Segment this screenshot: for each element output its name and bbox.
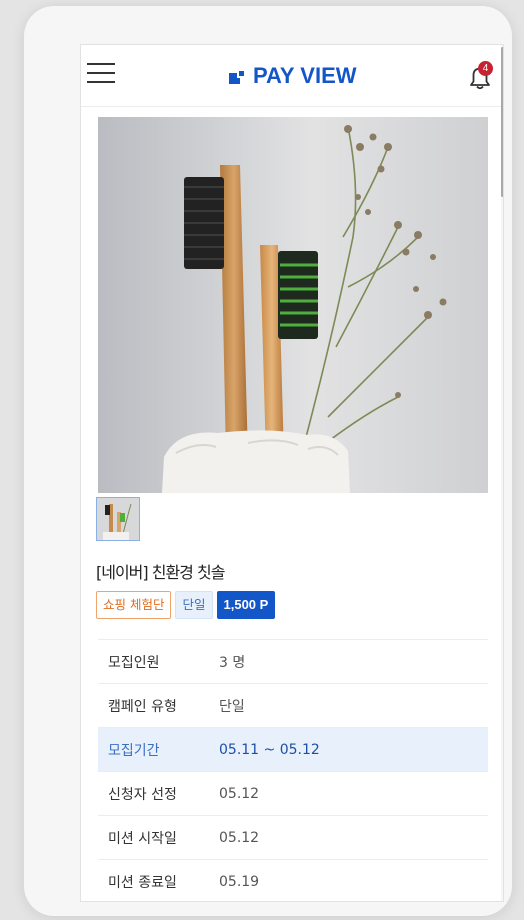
app-header: PAY VIEW 4: [81, 45, 501, 107]
scrollbar-thumb[interactable]: [501, 47, 503, 197]
detail-label: 신청자 선정: [108, 786, 177, 803]
detail-label: 캠페인 유형: [108, 698, 177, 715]
campaign-mode-tag: 단일: [175, 591, 213, 619]
detail-row-mission-end: 미션 종료일 05.19: [98, 860, 488, 901]
detail-value: 05.12: [219, 829, 260, 846]
detail-row-mission-start: 미션 시작일 05.12: [98, 816, 488, 860]
product-main-image: [98, 117, 488, 493]
campaign-details-table: 모집인원 3 명 캠페인 유형 단일 모집기간 05.11 ~ 05.12 신청…: [98, 639, 488, 901]
detail-label: 미션 종료일: [108, 874, 177, 891]
scrollbar-track[interactable]: [501, 45, 503, 901]
logo-mark-icon: [229, 68, 247, 84]
detail-label: 미션 시작일: [108, 830, 177, 847]
detail-label: 모집인원: [108, 654, 160, 671]
reward-points-tag: 1,500 P: [216, 591, 276, 619]
detail-value: 05.12: [219, 785, 260, 802]
detail-value: 05.19: [219, 873, 260, 890]
detail-value: 3 명: [219, 654, 246, 671]
app-screen: PAY VIEW 4 [네이버] 친환경 칫솔 쇼핑 체험단 단일 1,500 …: [80, 44, 504, 902]
product-tags: 쇼핑 체험단 단일 1,500 P: [96, 591, 276, 619]
detail-row-campaign-type: 캠페인 유형 단일: [98, 684, 488, 728]
detail-row-recruit-period: 모집기간 05.11 ~ 05.12: [98, 728, 488, 772]
phone-frame: PAY VIEW 4 [네이버] 친환경 칫솔 쇼핑 체험단 단일 1,500 …: [24, 6, 512, 916]
notification-count-badge: 4: [478, 61, 493, 76]
hamburger-menu-icon[interactable]: [87, 61, 115, 85]
detail-row-recruits: 모집인원 3 명: [98, 640, 488, 684]
brand-logo[interactable]: PAY VIEW: [229, 63, 357, 89]
detail-value: 05.11 ~ 05.12: [219, 741, 320, 758]
notification-bell-icon[interactable]: 4: [465, 61, 495, 91]
product-title: [네이버] 친환경 칫솔: [96, 563, 225, 582]
logo-text: PAY VIEW: [253, 63, 357, 88]
detail-value: 단일: [219, 698, 245, 715]
product-thumbnail[interactable]: [96, 497, 140, 541]
detail-row-selection-date: 신청자 선정 05.12: [98, 772, 488, 816]
campaign-type-tag: 쇼핑 체험단: [96, 591, 172, 619]
detail-label: 모집기간: [108, 742, 160, 759]
